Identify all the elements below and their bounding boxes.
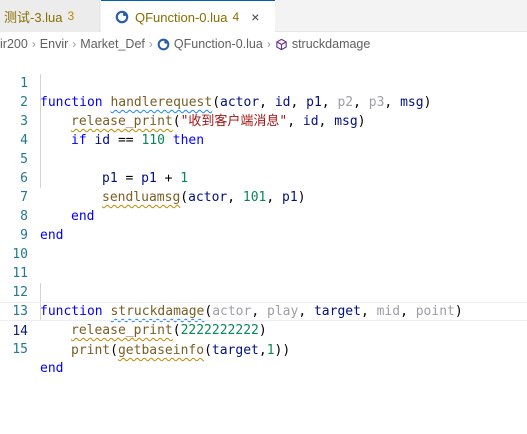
- token: target: [211, 343, 259, 358]
- token: (: [110, 343, 118, 358]
- problem-count-badge: 3: [67, 9, 75, 23]
- tab-bar: 测试-3.lua 3 QFunction-0.lua 4 ×: [0, 0, 527, 33]
- code-editor[interactable]: 1 function handlerequest(actor, id, p1, …: [0, 55, 527, 434]
- line-number: 15: [12, 342, 28, 357]
- code-content: end: [40, 359, 63, 378]
- code-line-4: 4: [0, 112, 527, 148]
- token: getbaseinfo: [117, 343, 205, 358]
- code-line-8: 8 end: [0, 188, 527, 243]
- tab-label: QFunction-0.lua: [135, 9, 228, 25]
- token: (: [204, 343, 212, 358]
- chevron-right-icon: ›: [266, 37, 271, 51]
- tab-qfunction-0-lua[interactable]: QFunction-0.lua 4 ×: [101, 0, 275, 33]
- breadcrumb-item-symbol[interactable]: struckdamage: [292, 37, 371, 51]
- close-icon[interactable]: ×: [251, 9, 259, 25]
- breadcrumb-item-ir200[interactable]: ir200: [0, 37, 28, 51]
- breadcrumb-item-file[interactable]: QFunction-0.lua: [174, 37, 263, 51]
- code-line-3: 3 if id == 110 then: [0, 93, 527, 148]
- lua-file-icon: [157, 38, 170, 51]
- token: )): [274, 343, 291, 358]
- token: 1: [266, 343, 275, 358]
- code-line-1: 1 function handlerequest(actor, id, p1, …: [0, 55, 527, 110]
- token: print: [71, 343, 111, 358]
- breadcrumb-item-envir[interactable]: Envir: [40, 37, 68, 51]
- code-line-6: 6 sendluamsg(actor, 101, p1): [0, 150, 527, 205]
- code-line-5: 5 p1 = p1 + 1: [0, 131, 527, 186]
- token: ,: [258, 343, 267, 358]
- chevron-right-icon: ›: [31, 37, 36, 51]
- code-line-10: 10: [0, 226, 527, 262]
- code-content: print(getbaseinfo(target,1)): [71, 341, 290, 360]
- chevron-right-icon: ›: [148, 37, 153, 51]
- symbol-method-icon: [275, 38, 288, 51]
- breadcrumb-item-market-def[interactable]: Market_Def: [80, 37, 145, 51]
- code-line-12: 12 function struckdamage(actor, play, ta…: [0, 264, 527, 319]
- code-line-7: 7 end: [0, 169, 527, 224]
- vscode-editor-window: 测试-3.lua 3 QFunction-0.lua 4 × ir200 › E…: [0, 0, 527, 434]
- chevron-right-icon: ›: [72, 37, 77, 51]
- code-line-15: 15 end: [0, 321, 527, 376]
- code-line-11: 11: [0, 245, 527, 281]
- code-line-13: 13 release_print(2222222222): [0, 283, 527, 338]
- code-line-9: 9: [0, 207, 527, 243]
- token: end: [40, 361, 64, 376]
- problem-count-badge: 4: [232, 10, 240, 24]
- breadcrumb: ir200 › Envir › Market_Def › QFunction-0…: [0, 33, 527, 55]
- code-line-2: 2 release_print("收到客户端消息", id, msg): [0, 74, 527, 129]
- tab-test-3-lua[interactable]: 测试-3.lua 3: [0, 0, 100, 32]
- lua-file-icon: [115, 10, 129, 24]
- tab-label: 测试-3.lua: [4, 9, 63, 25]
- code-line-14: 14 print(getbaseinfo(target,1)): [0, 302, 527, 358]
